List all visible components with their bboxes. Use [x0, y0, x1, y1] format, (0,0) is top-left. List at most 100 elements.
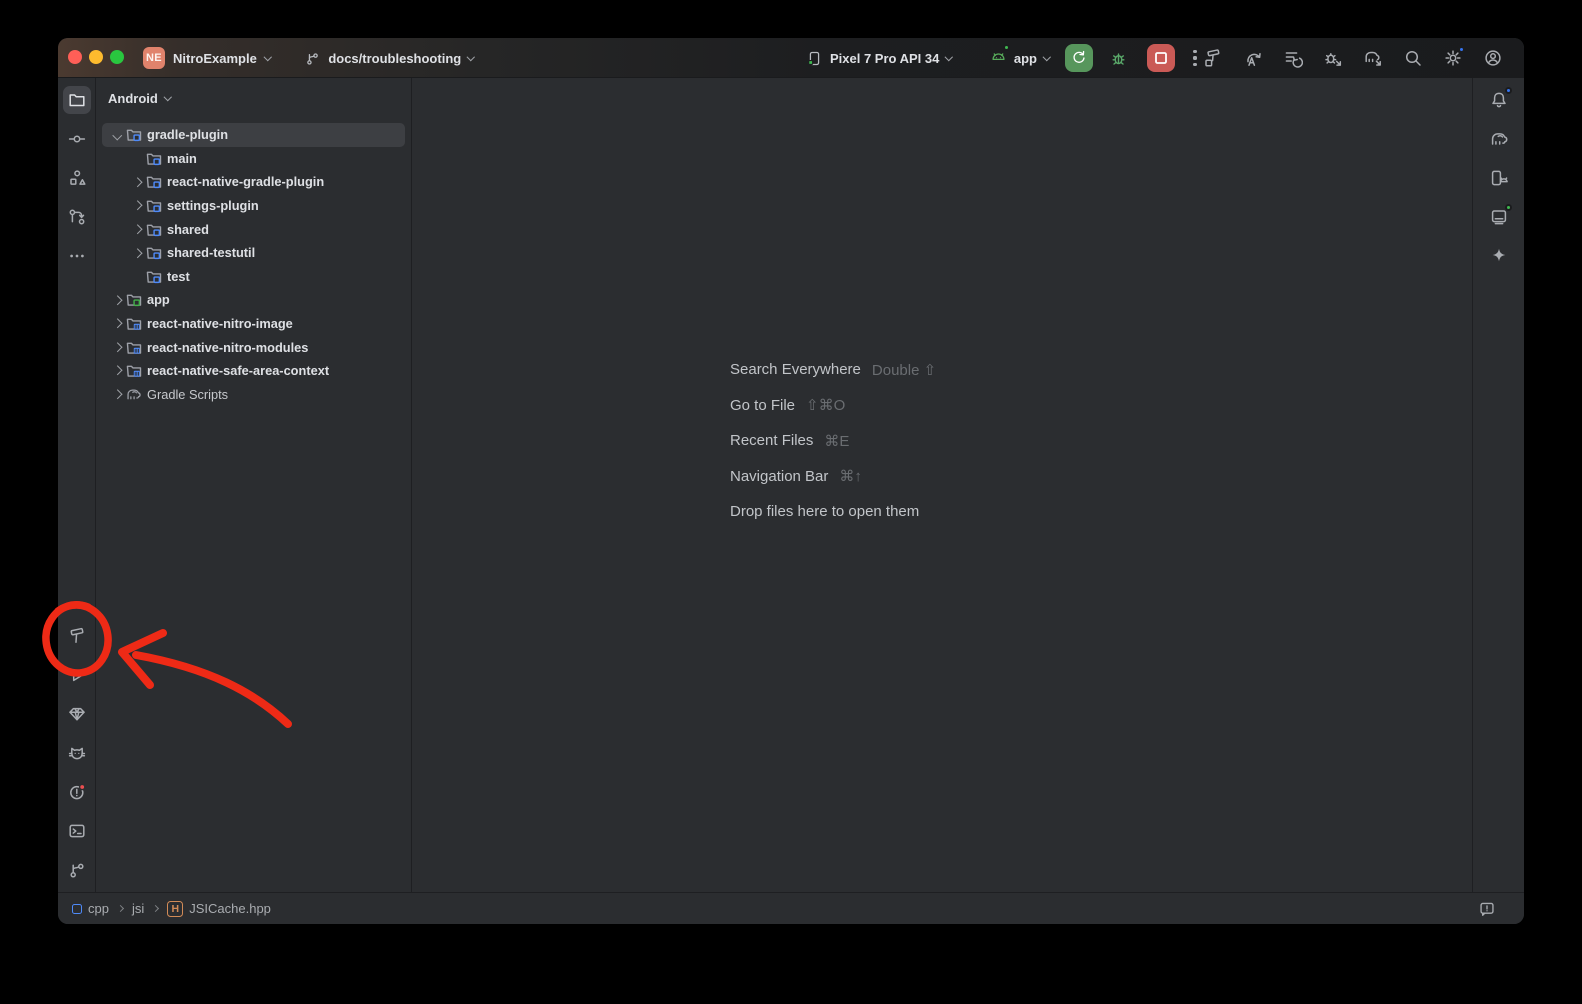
chevron-right-icon[interactable]: [112, 366, 121, 375]
tree-item[interactable]: shared-testutil: [102, 241, 405, 265]
version-control-tool-button[interactable]: [63, 856, 91, 884]
breadcrumb-item[interactable]: HJSICache.hpp: [167, 901, 271, 917]
main-content: Android gradle-pluginmain react-native-gr…: [58, 78, 1524, 892]
profile-button[interactable]: [1482, 47, 1504, 69]
chevron-down-icon: [1043, 53, 1051, 61]
tree-item[interactable]: app: [102, 288, 405, 312]
chevron-down-icon[interactable]: [112, 130, 121, 139]
tree-item-label: Gradle Scripts: [147, 387, 228, 402]
chevron-right-icon[interactable]: [132, 225, 141, 234]
tree-item-label: app: [147, 292, 170, 307]
chevron-right-icon[interactable]: [132, 248, 141, 257]
device-manager-tool-button[interactable]: [1485, 203, 1513, 231]
build-tool-button[interactable]: [63, 622, 91, 650]
tree-item[interactable]: shared: [102, 217, 405, 241]
title-bar: NE NitroExample docs/troubleshooting Pix…: [58, 38, 1524, 78]
tree-item[interactable]: react-native-gradle-plugin: [102, 170, 405, 194]
chevron-right-icon[interactable]: [112, 295, 121, 304]
editor-area[interactable]: Search EverywhereDouble ⇧Go to File⇧⌘ORe…: [412, 78, 1472, 892]
tree-item[interactable]: settings-plugin: [102, 194, 405, 218]
search-everywhere-button[interactable]: [1402, 47, 1424, 69]
gemini-tool-button[interactable]: [1485, 242, 1513, 270]
chevron-right-icon[interactable]: [112, 343, 121, 352]
resource-manager-tool-button[interactable]: [63, 164, 91, 192]
chevron-down-icon: [164, 93, 172, 101]
terminal-icon: [67, 821, 87, 841]
shortcut-hint: Navigation Bar⌘↑: [730, 459, 936, 495]
tree-item-label: react-native-gradle-plugin: [167, 174, 324, 189]
tree-item[interactable]: main: [102, 147, 405, 171]
logcat-tool-button[interactable]: [63, 739, 91, 767]
terminal-tool-button[interactable]: [63, 817, 91, 845]
gradle-sync-button[interactable]: [1362, 47, 1384, 69]
breadcrumb-separator-icon: [152, 905, 159, 912]
shortcut-keys: ⌘E: [824, 432, 849, 450]
more-actions-button[interactable]: [1187, 46, 1202, 70]
chevron-right-icon[interactable]: [132, 177, 141, 186]
tree-item[interactable]: test: [102, 265, 405, 289]
stop-button[interactable]: [1147, 44, 1175, 72]
module-folder-icon: [145, 173, 164, 190]
breadcrumb-label: JSICache.hpp: [189, 901, 271, 916]
badge-dot: [1505, 204, 1512, 211]
pull-request-icon: [67, 207, 87, 227]
empty-editor-shortcuts: Search EverywhereDouble ⇧Go to File⇧⌘ORe…: [730, 352, 936, 530]
run-tool-button[interactable]: [63, 661, 91, 689]
breadcrumb: cpp jsi HJSICache.hpp: [72, 901, 271, 917]
project-panel: Android gradle-pluginmain react-native-gr…: [96, 78, 412, 892]
close-window-button[interactable]: [68, 50, 82, 64]
project-view-selector[interactable]: Android: [96, 86, 411, 110]
breadcrumb-item[interactable]: jsi: [132, 901, 144, 916]
chevron-right-icon[interactable]: [112, 390, 121, 399]
device-selector[interactable]: Pixel 7 Pro API 34: [806, 50, 952, 67]
more-tool-windows-tool-button[interactable]: [63, 242, 91, 270]
build-button[interactable]: [1202, 47, 1224, 69]
tree-item[interactable]: gradle-plugin: [102, 123, 405, 147]
tree-item[interactable]: react-native-nitro-modules: [102, 335, 405, 359]
shortcut-hint: Search EverywhereDouble ⇧: [730, 352, 936, 388]
breadcrumb-item[interactable]: cpp: [72, 901, 109, 916]
problems-tool-button[interactable]: [63, 778, 91, 806]
badge-dot: [1505, 87, 1512, 94]
apply-changes-button[interactable]: [1242, 47, 1264, 69]
rerun-button[interactable]: [1065, 44, 1093, 72]
tree-item[interactable]: Gradle Scripts: [102, 383, 405, 407]
shortcut-keys: Double ⇧: [872, 361, 936, 379]
bug-arrow-icon: [1323, 48, 1343, 68]
app-quality-insights-tool-button[interactable]: [63, 700, 91, 728]
project-tool-button[interactable]: [63, 86, 91, 114]
chevron-right-icon[interactable]: [132, 201, 141, 210]
tree-item[interactable]: react-native-nitro-image: [102, 312, 405, 336]
chevron-down-icon: [264, 53, 272, 61]
desktop: NE NitroExample docs/troubleshooting Pix…: [0, 0, 1582, 1004]
gradle-elephant-icon: [125, 386, 144, 403]
tree-item[interactable]: react-native-safe-area-context: [102, 359, 405, 383]
attach-debugger-button[interactable]: [1322, 47, 1344, 69]
shortcut-hint: Go to File⇧⌘O: [730, 388, 936, 424]
module-folder-icon: [145, 150, 164, 167]
debug-button[interactable]: [1107, 47, 1129, 69]
run-configuration-selector[interactable]: app: [990, 47, 1050, 69]
settings-button[interactable]: [1442, 47, 1464, 69]
apply-code-changes-button[interactable]: [1282, 47, 1304, 69]
zoom-window-button[interactable]: [110, 50, 124, 64]
gradle-tool-button[interactable]: [1485, 125, 1513, 153]
commit-icon: [67, 129, 87, 149]
chevron-right-icon[interactable]: [112, 319, 121, 328]
vcs-branch-selector[interactable]: docs/troubleshooting: [304, 50, 473, 67]
cat-icon: [67, 743, 87, 763]
elephant-icon: [1489, 129, 1509, 149]
elephant-sync-icon: [1363, 48, 1383, 68]
minimize-window-button[interactable]: [89, 50, 103, 64]
pull-requests-tool-button[interactable]: [63, 203, 91, 231]
project-avatar: NE: [143, 47, 165, 69]
commit-tool-button[interactable]: [63, 125, 91, 153]
running-devices-tool-button[interactable]: [1485, 164, 1513, 192]
chevron-down-icon: [467, 53, 475, 61]
run-config-name: app: [1014, 51, 1037, 66]
notifications-tool-button[interactable]: [1485, 86, 1513, 114]
project-selector[interactable]: NitroExample: [173, 51, 257, 66]
hammer-icon: [67, 626, 87, 646]
user-icon: [1483, 48, 1503, 68]
notifications-bubble-icon[interactable]: [1476, 898, 1498, 920]
